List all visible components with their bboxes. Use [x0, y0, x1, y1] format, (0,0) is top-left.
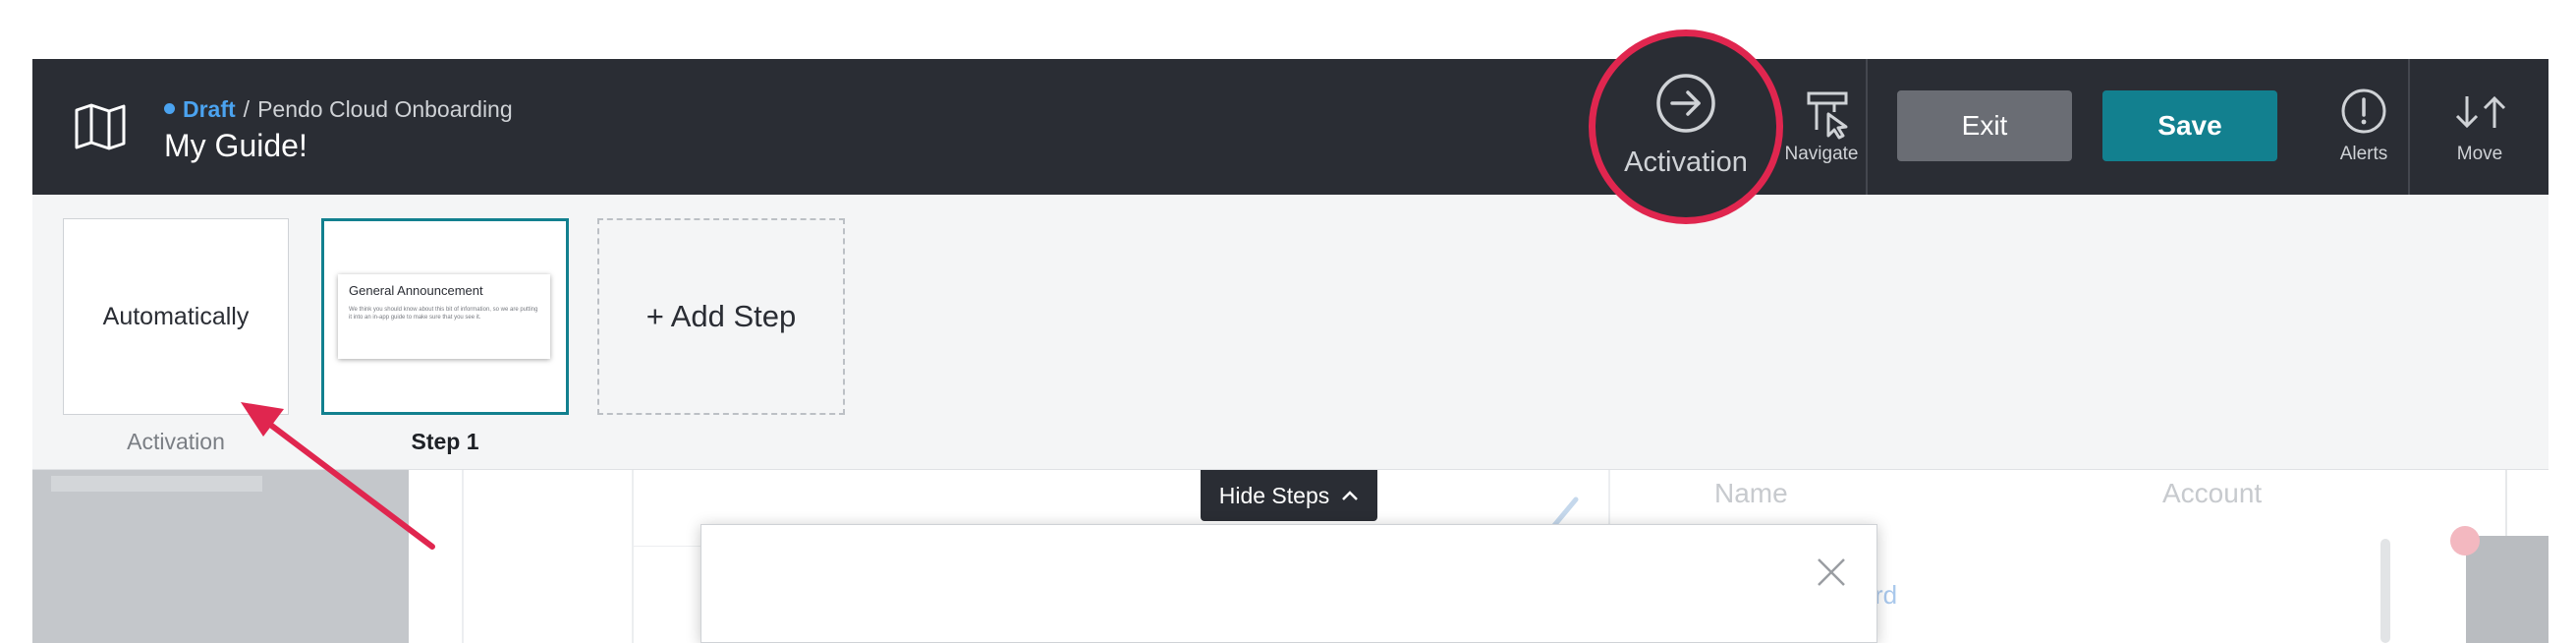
guide-preview-modal — [700, 524, 1877, 643]
guide-title[interactable]: My Guide! — [164, 128, 308, 164]
step-preview-body: We think you should know about this bit … — [349, 307, 538, 321]
navigate-label: Navigate — [1784, 144, 1859, 164]
breadcrumb-separator: / — [243, 96, 251, 122]
exit-button[interactable]: Exit — [1897, 90, 2072, 161]
activation-card[interactable]: Automatically — [63, 218, 289, 415]
chevron-up-icon — [1342, 491, 1359, 500]
background-link: rd — [1875, 580, 1898, 610]
background-panel — [32, 470, 409, 643]
status-draft: Draft — [183, 96, 236, 122]
background-column-name: Name — [1714, 478, 1788, 508]
navigate-icon — [1807, 91, 1848, 140]
toolbar-divider — [2408, 59, 2410, 195]
alerts-icon — [2341, 88, 2386, 134]
hide-steps-label: Hide Steps — [1218, 482, 1330, 508]
background-divider — [632, 470, 634, 643]
activation-tool-label: Activation — [1624, 146, 1748, 178]
step-1-label: Step 1 — [411, 429, 479, 454]
breadcrumb-app-name[interactable]: Pendo Cloud Onboarding — [257, 96, 513, 122]
alerts-tool[interactable]: Alerts — [2310, 59, 2418, 195]
step-preview-title: General Announcement — [349, 283, 483, 298]
background-divider — [462, 470, 464, 643]
status-dot-icon — [164, 103, 175, 114]
close-icon[interactable] — [1816, 556, 1847, 588]
background-thumbnail — [2466, 536, 2548, 643]
hide-steps-button[interactable]: Hide Steps — [1201, 470, 1377, 521]
screenshot-stage: Name Account rd Draft / Pendo Cloud Onboar… — [0, 0, 2576, 643]
activation-card-label: Activation — [127, 429, 225, 454]
alerts-label: Alerts — [2339, 144, 2388, 164]
map-icon[interactable] — [74, 102, 127, 151]
background-panel-bar — [51, 476, 262, 492]
background-column-account: Account — [2162, 478, 2263, 508]
step-preview: General Announcement We think you should… — [338, 274, 550, 359]
move-tool[interactable]: Move — [2426, 59, 2534, 195]
background-scrollbar[interactable] — [2380, 539, 2390, 643]
designer-toolbar: Draft / Pendo Cloud Onboarding My Guide! N… — [32, 59, 2548, 195]
background-badge — [2450, 526, 2480, 555]
move-arrows-icon — [2455, 95, 2506, 129]
breadcrumb: Draft / Pendo Cloud Onboarding — [164, 96, 513, 123]
navigate-tool[interactable]: Navigate — [1767, 59, 1876, 195]
add-step-button[interactable]: + Add Step — [597, 218, 845, 415]
save-button[interactable]: Save — [2102, 90, 2277, 161]
move-label: Move — [2456, 144, 2503, 164]
steps-panel: Automatically Activation General Announc… — [32, 195, 2548, 470]
step-1-card[interactable]: General Announcement We think you should… — [321, 218, 569, 415]
activation-card-text: Automatically — [102, 302, 250, 330]
toolbar-divider — [1866, 59, 1868, 195]
activation-tool[interactable]: Activation — [1589, 29, 1783, 224]
arrow-circle-right-icon — [1656, 74, 1715, 133]
